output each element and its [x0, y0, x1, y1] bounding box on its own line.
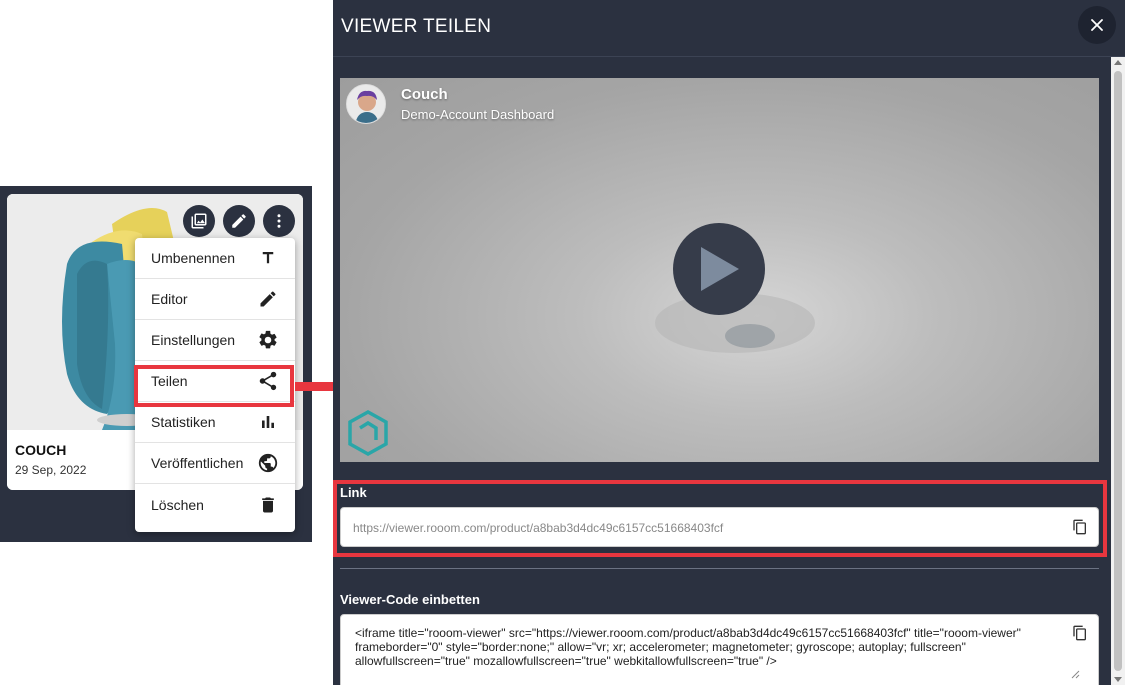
menu-item-statistics[interactable]: Statistiken [135, 402, 295, 443]
screenshot-root: COUCH 29 Sep, 2022 Umbenennen Editor Ein… [0, 0, 1125, 685]
link-value: https://viewer.rooom.com/product/a8bab3d… [353, 521, 724, 535]
edit-icon [232, 214, 246, 228]
copy-link-icon[interactable] [1072, 519, 1088, 535]
close-button[interactable] [1078, 6, 1116, 44]
menu-item-delete[interactable]: Löschen [135, 484, 295, 525]
copy-code-icon[interactable] [1072, 625, 1088, 641]
menu-item-label: Editor [151, 291, 188, 307]
close-icon [1091, 19, 1103, 31]
menu-item-label: Veröffentlichen [151, 455, 244, 471]
share-dialog: VIEWER TEILEN Couch Demo-Account Dashboa… [333, 0, 1125, 685]
menu-item-label: Umbenennen [151, 250, 236, 266]
card-title: COUCH [15, 442, 67, 458]
header-divider [333, 56, 1125, 57]
menu-item-label: Einstellungen [151, 332, 236, 348]
avatar [346, 84, 386, 124]
section-divider [340, 568, 1099, 569]
more-vertical-icon [277, 214, 281, 228]
dialog-title: VIEWER TEILEN [341, 16, 492, 37]
embed-label: Viewer-Code einbetten [340, 592, 480, 607]
more-options-button[interactable] [263, 205, 295, 237]
pencil-icon [257, 288, 279, 310]
viewer-model-name: Couch [401, 86, 448, 103]
scroll-up-icon[interactable] [1114, 60, 1122, 65]
trash-icon [257, 494, 279, 516]
rooom-logo-icon [348, 410, 388, 456]
text-icon [257, 247, 279, 269]
bar-chart-icon [257, 411, 279, 433]
viewer-preview[interactable]: Couch Demo-Account Dashboard [340, 78, 1099, 462]
embed-code-field[interactable]: <iframe title="rooom-viewer" src="https:… [340, 614, 1099, 685]
card-date: 29 Sep, 2022 [15, 463, 87, 477]
link-field[interactable]: https://viewer.rooom.com/product/a8bab3d… [340, 507, 1099, 547]
share-highlight-box [134, 365, 294, 407]
menu-item-publish[interactable]: Veröffentlichen [135, 443, 295, 484]
gear-icon [257, 329, 279, 351]
gallery-icon [191, 213, 207, 229]
scroll-thumb[interactable] [1114, 71, 1122, 671]
link-label: Link [340, 485, 367, 500]
dialog-scrollbar[interactable] [1111, 57, 1125, 685]
menu-item-editor[interactable]: Editor [135, 279, 295, 320]
menu-item-settings[interactable]: Einstellungen [135, 320, 295, 361]
play-icon [701, 247, 739, 291]
menu-item-rename[interactable]: Umbenennen [135, 238, 295, 279]
play-button[interactable] [673, 223, 765, 315]
menu-item-label: Statistiken [151, 414, 216, 430]
scroll-down-icon[interactable] [1114, 677, 1122, 682]
resize-handle-icon[interactable] [1070, 669, 1080, 679]
menu-item-label: Löschen [151, 496, 204, 513]
viewer-account-name: Demo-Account Dashboard [401, 107, 555, 122]
gallery-button[interactable] [183, 205, 215, 237]
globe-icon [257, 452, 279, 474]
edit-button[interactable] [223, 205, 255, 237]
embed-code-value: <iframe title="rooom-viewer" src="https:… [355, 626, 1021, 668]
